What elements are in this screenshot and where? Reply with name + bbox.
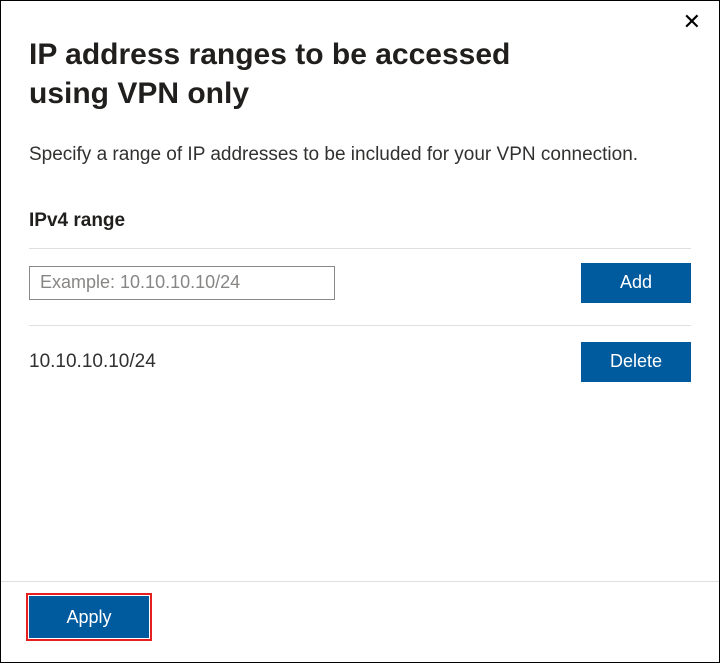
ipv4-section-label: IPv4 range [29,210,691,232]
ipv4-add-row: Add [29,248,691,325]
add-button[interactable]: Add [581,263,691,303]
ipv4-range-input[interactable] [29,266,335,300]
dialog-footer: Apply [1,581,719,662]
dialog-description: Specify a range of IP addresses to be in… [29,141,649,170]
ipv4-entry-row: 10.10.10.10/24 Delete [29,325,691,398]
apply-button[interactable]: Apply [29,596,149,638]
close-icon[interactable]: ✕ [683,11,701,33]
dialog-title: IP address ranges to be accessed using V… [29,35,589,113]
delete-button[interactable]: Delete [581,342,691,382]
ipv4-entry-value: 10.10.10.10/24 [29,351,156,373]
vpn-ip-ranges-dialog: ✕ IP address ranges to be accessed using… [1,1,719,662]
